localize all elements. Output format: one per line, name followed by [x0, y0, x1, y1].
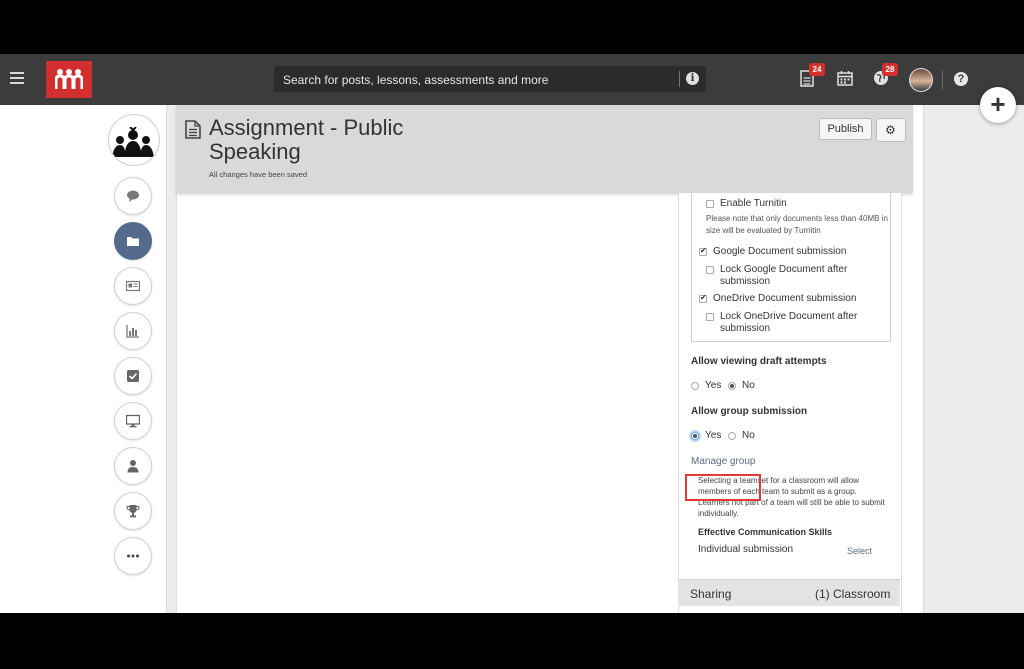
draft-attempts-label: Allow viewing draft attempts [691, 356, 827, 367]
group-photo-icon [112, 127, 154, 157]
nav-tasks[interactable] [114, 357, 152, 395]
group-submission-label: Allow group submission [691, 406, 808, 417]
hamburger-icon[interactable] [10, 72, 24, 84]
updates-badge: 24 [809, 63, 825, 76]
draft-no-label: No [742, 380, 755, 391]
info-icon[interactable]: i [686, 72, 699, 85]
nav-achievements[interactable] [114, 492, 152, 530]
topbar-divider [942, 70, 943, 90]
sharing-label: Sharing [690, 587, 732, 601]
global-search: i [274, 66, 706, 94]
chat-bubble-icon [127, 190, 139, 202]
assignment-settings-panel: Enable Turnitin Please note that only do… [678, 193, 902, 613]
course-avatar[interactable] [108, 114, 160, 166]
group-yes-radio[interactable] [691, 432, 699, 440]
draft-no-radio[interactable] [728, 382, 736, 390]
calendar-button[interactable] [837, 70, 855, 88]
save-status: All changes have been saved [209, 170, 307, 179]
page-title[interactable]: Assignment - Public Speaking [209, 116, 469, 164]
turnitin-note: Please note that only documents less tha… [706, 214, 888, 235]
settings-button[interactable]: ⚙ [876, 118, 906, 142]
classroom-name: Effective Communication Skills [698, 527, 833, 537]
folder-icon [127, 237, 139, 246]
search-divider [679, 71, 680, 87]
sharing-value: (1) Classroom [815, 587, 891, 601]
nav-gradebook[interactable] [114, 267, 152, 305]
onedrive-submission-checkbox[interactable] [699, 293, 707, 303]
lock-google-checkbox[interactable] [706, 266, 714, 274]
user-icon [127, 460, 139, 473]
onedrive-submission-label: OneDrive Document submission [713, 293, 857, 304]
draft-yes-label: Yes [705, 380, 722, 391]
people-logo-icon [55, 69, 83, 89]
document-icon [185, 120, 201, 139]
turnitin-checkbox[interactable] [706, 200, 714, 208]
nav-more[interactable] [114, 537, 152, 575]
draft-yes-radio[interactable] [691, 382, 699, 390]
checkbox-icon [127, 370, 139, 382]
id-card-icon [126, 280, 140, 292]
brand-logo[interactable] [46, 61, 92, 98]
submission-mode: Individual submission [698, 544, 794, 555]
more-dots-icon [127, 554, 139, 558]
updates-button[interactable]: 24 [800, 63, 825, 88]
lock-onedrive-label: Lock OneDrive Document after submission [720, 311, 858, 334]
monitor-icon [126, 414, 140, 428]
messages-badge: 28 [882, 63, 898, 76]
nav-members[interactable] [114, 447, 152, 485]
bar-chart-icon [126, 325, 139, 338]
group-submission-highlight [685, 474, 761, 501]
publish-button[interactable]: Publish [819, 118, 872, 140]
google-submission-checkbox[interactable] [699, 246, 707, 256]
group-yes-label: Yes [705, 430, 722, 441]
trophy-icon [126, 505, 140, 518]
sharing-bar[interactable]: Sharing (1) Classroom [678, 579, 900, 606]
app-window: i 24 [0, 54, 1024, 613]
lock-google-label: Lock Google Document after submission [720, 264, 848, 287]
manage-group-link[interactable]: Manage group [691, 456, 756, 467]
nav-analytics[interactable] [114, 312, 152, 350]
user-avatar[interactable] [909, 68, 933, 92]
turnitin-label: Enable Turnitin [720, 198, 787, 209]
course-sidebar [0, 105, 167, 613]
calendar-icon [837, 71, 853, 86]
question-icon[interactable]: ? [954, 72, 968, 86]
google-submission-label: Google Document submission [713, 246, 847, 257]
search-input[interactable] [274, 66, 685, 94]
gear-icon: ⚙ [885, 123, 896, 137]
top-navigation-bar: i 24 [0, 54, 1024, 105]
assignment-header: Assignment - Public Speaking All changes… [176, 105, 913, 193]
plus-icon[interactable]: + [980, 87, 1016, 123]
group-no-radio[interactable] [728, 432, 736, 440]
nav-materials[interactable] [114, 222, 152, 260]
nav-live-sessions[interactable] [114, 402, 152, 440]
submission-options-box: Enable Turnitin Please note that only do… [691, 193, 891, 342]
lock-onedrive-checkbox[interactable] [706, 313, 714, 321]
nav-discussions[interactable] [114, 177, 152, 215]
messages-button[interactable]: 28 [873, 63, 898, 88]
group-no-label: No [742, 430, 755, 441]
select-teamset-link[interactable]: Select [847, 546, 872, 556]
